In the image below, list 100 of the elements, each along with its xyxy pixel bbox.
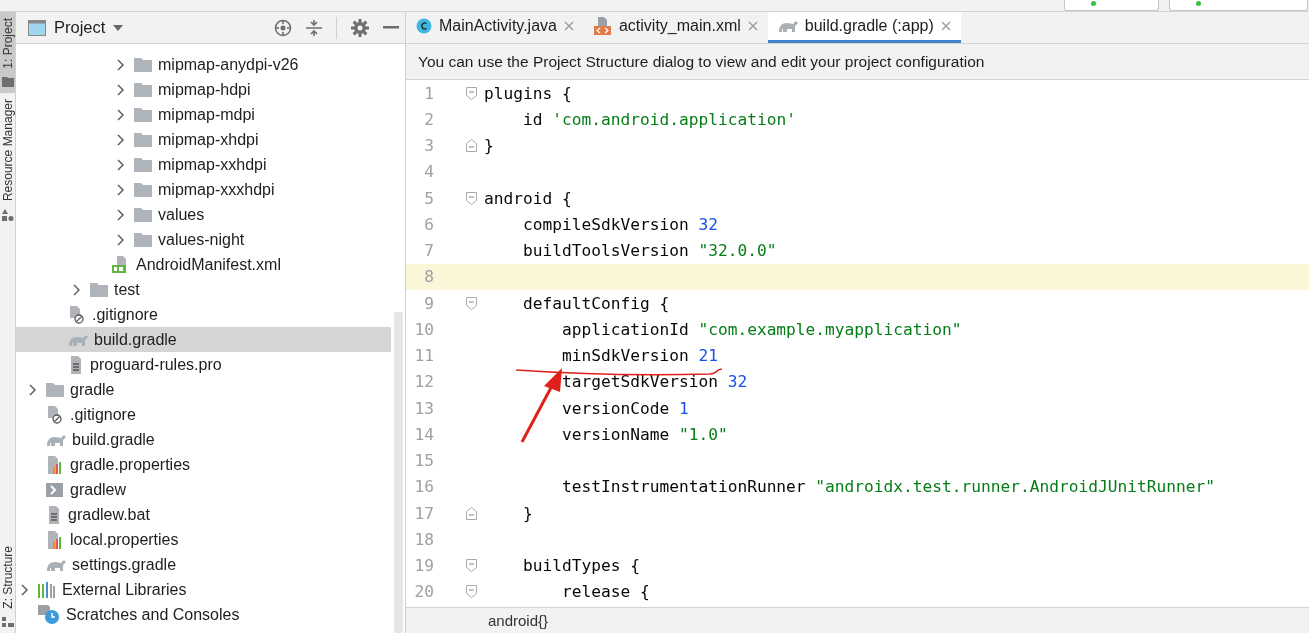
close-icon[interactable] [563,21,574,31]
window-icon [28,19,46,36]
status-dot-icon [1091,1,1096,6]
code-line: minSdkVersion 21 [560,346,718,366]
folder-icon [134,157,152,172]
fold-marker-icon[interactable] [466,86,477,100]
ignored-file-icon [46,405,64,424]
tool-window-tab[interactable]: 1: Project [0,12,15,93]
code-line: release { [560,582,650,602]
chevron-icon [117,233,125,246]
line-number: 10 [413,319,435,339]
tree-item[interactable]: mipmap-xhdpi [16,127,391,152]
tree-item[interactable]: values [16,202,391,227]
code-line: } [484,136,494,156]
tree-item[interactable]: mipmap-hdpi [16,77,391,102]
editor-tab[interactable]: build.gradle (:app) [767,12,961,43]
tree-item[interactable]: build.gradle [16,427,391,452]
tree-item[interactable]: proguard-rules.pro [16,352,391,377]
library-icon [38,581,56,598]
fold-marker-icon[interactable] [466,296,477,310]
line-number: 11 [413,346,435,366]
code-line: android { [484,188,572,208]
collapse-all-icon[interactable] [306,18,322,37]
elephant-icon [777,19,798,33]
code-line: versionCode 1 [560,398,689,418]
code-line: testInstrumentationRunner "androidx.test.runner.AndroidJUnitRunner" [560,477,1215,497]
tree-item[interactable]: values-night [16,227,391,252]
chevron-icon [117,58,125,71]
chevron-icon [117,208,125,221]
line-number: 2 [423,109,435,129]
locate-icon[interactable] [274,18,292,37]
line-number: 6 [423,214,435,234]
line-number: 7 [423,241,435,261]
chevron-icon [117,133,125,146]
scratch-clock-icon [38,604,60,625]
breadcrumb[interactable]: android{} [488,612,549,629]
fold-marker-icon[interactable] [466,139,477,153]
tree-item[interactable]: gradlew.bat [16,502,391,527]
tree-item[interactable]: mipmap-xxhdpi [16,152,391,177]
tree-item[interactable]: build.gradle [16,327,391,352]
tree-item[interactable]: mipmap-mdpi [16,102,391,127]
fold-marker-icon[interactable] [466,585,477,599]
tree-item[interactable]: External Libraries [16,577,391,602]
tree-item[interactable]: local.properties [16,527,391,552]
text-file-icon [46,505,62,524]
line-number: 18 [413,529,435,549]
tree-item[interactable]: test [16,277,391,302]
tree-item[interactable]: settings.gradle [16,552,391,577]
chevron-icon [29,383,37,396]
code-line: } [521,503,533,523]
code-line: id 'com.android.application' [521,109,796,129]
tree-item[interactable]: mipmap-xxxhdpi [16,177,391,202]
tree-item[interactable]: gradlew [16,477,391,502]
structure-icon [1,617,14,627]
line-number: 19 [413,556,435,576]
scrollbar[interactable] [394,312,403,633]
line-number: 15 [413,451,435,471]
chevron-icon [117,108,125,121]
tree-item[interactable]: mipmap-anydpi-v26 [16,52,391,77]
chevron-icon [21,583,29,596]
editor-tab[interactable]: activity_main.xml [583,12,768,43]
folder-icon [134,207,152,222]
tree-item[interactable]: .gitignore [16,402,391,427]
tree-item[interactable]: gradle.properties [16,452,391,477]
tree-item[interactable]: gradle [16,377,391,402]
close-icon[interactable] [940,21,951,31]
fold-marker-icon[interactable] [466,506,477,520]
fold-marker-icon[interactable] [466,559,477,573]
tree-item[interactable]: Scratches and Consoles [16,602,391,627]
chevron-icon [117,83,125,96]
code-line: plugins { [484,83,572,103]
minimize-icon[interactable] [383,26,399,29]
status-dot-icon [1196,1,1201,6]
line-number: 16 [413,477,435,497]
settings-icon[interactable] [351,18,369,37]
chevron-icon [117,158,125,171]
folder-icon [90,282,108,297]
folder-icon [1,76,14,87]
tree-item[interactable]: AndroidManifest.xml [16,252,391,277]
editor-tab[interactable]: MainActivity.java [406,12,584,43]
tool-window-tab[interactable]: Resource Manager [0,92,15,227]
properties-file-icon [46,530,64,549]
folder-icon [134,57,152,72]
ignored-file-icon [68,305,86,324]
project-view-dropdown[interactable]: Project [28,18,124,37]
line-number: 14 [413,424,435,444]
line-number: 1 [423,83,435,103]
tree-item[interactable]: .gitignore [16,302,391,327]
line-number: 5 [423,188,435,208]
code-line: applicationId "com.example.myapplication" [560,319,962,339]
code-line: compileSdkVersion 32 [521,214,718,234]
folder-icon [134,182,152,197]
chevron-icon [117,183,125,196]
code-line: defaultConfig { [521,293,670,313]
tool-window-tab[interactable]: Z: Structure [0,540,15,633]
text-file-icon [68,355,84,374]
close-icon[interactable] [747,21,758,31]
folder-icon [134,82,152,97]
fold-marker-icon[interactable] [466,191,477,205]
line-number: 4 [423,162,435,182]
